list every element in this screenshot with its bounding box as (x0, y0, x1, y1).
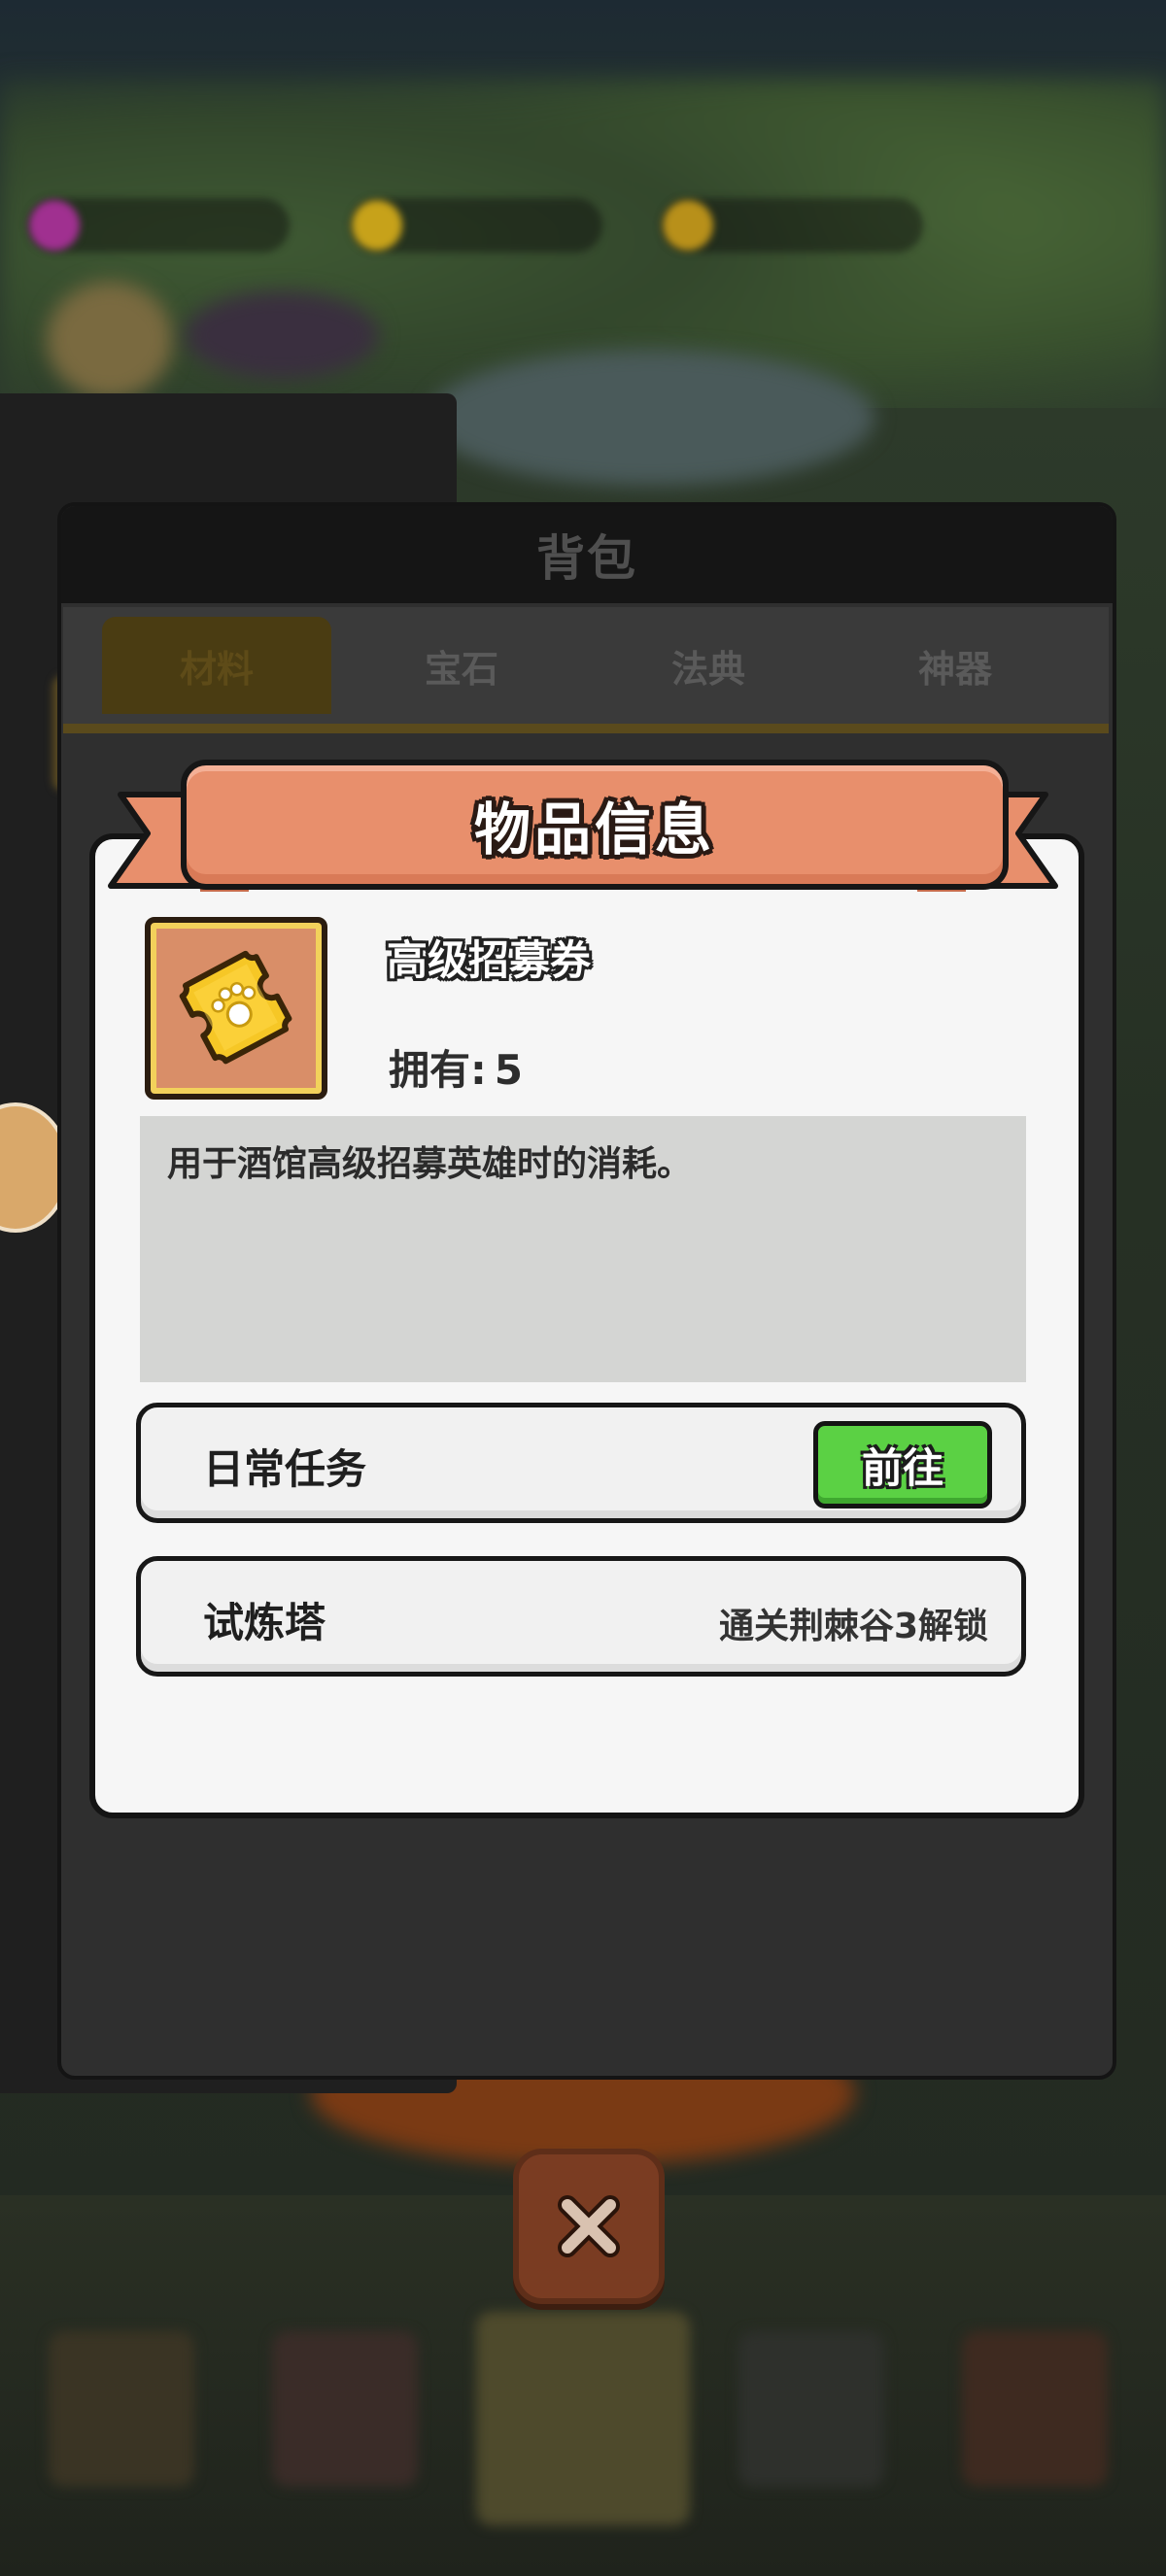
bottom-tab-4 (738, 2331, 884, 2487)
go-button[interactable]: 前往 (813, 1421, 992, 1508)
bottom-tab-2 (272, 2331, 418, 2487)
source-label-daily-tasks: 日常任务 (203, 1445, 367, 1493)
bottom-tab-5 (962, 2331, 1108, 2487)
gem-icon (29, 200, 80, 251)
source-label-trial-tower: 试炼塔 (203, 1599, 326, 1646)
modal-title-ribbon: 物品信息 (181, 760, 1009, 890)
bag-header: 背包 (61, 506, 1113, 603)
source-row-daily-tasks: 日常任务 前往 (136, 1403, 1026, 1523)
tab-codex[interactable]: 法典 (594, 617, 823, 714)
owned-label: 拥有: (389, 1046, 487, 1094)
item-description-box: 用于酒馆高级招募英雄时的消耗。 (140, 1116, 1026, 1382)
golden-ticket-paw-icon (179, 950, 292, 1065)
player-name-plate (185, 291, 379, 379)
player-avatar (47, 282, 173, 398)
tab-artifacts[interactable]: 神器 (840, 617, 1070, 714)
tab-gems[interactable]: 宝石 (347, 617, 576, 714)
item-icon-frame (145, 917, 327, 1100)
item-description: 用于酒馆高级招募英雄时的消耗。 (167, 1144, 693, 1184)
close-button[interactable] (513, 2149, 665, 2304)
background-building (428, 350, 874, 486)
close-x-icon (558, 2195, 620, 2257)
source-row-trial-tower: 试炼塔 通关荆棘谷3解锁 (136, 1556, 1026, 1677)
bag-title: 背包 (536, 530, 637, 587)
bottom-tab-1 (49, 2331, 194, 2487)
owned-count-row: 拥有: 5 (389, 1037, 523, 1097)
coin-icon (352, 200, 402, 251)
modal-title: 物品信息 (473, 797, 715, 863)
owned-count: 5 (494, 1046, 524, 1094)
bottom-tab-3 (476, 2312, 690, 2525)
tab-materials[interactable]: 材料 (102, 617, 331, 714)
bag-tabs: 材料 宝石 法典 神器 (63, 607, 1109, 733)
energy-icon (663, 200, 713, 251)
go-button-label: 前往 (861, 1443, 943, 1492)
unlock-requirement-text: 通关荆棘谷3解锁 (718, 1607, 988, 1646)
item-name: 高级招募券 (387, 936, 592, 984)
